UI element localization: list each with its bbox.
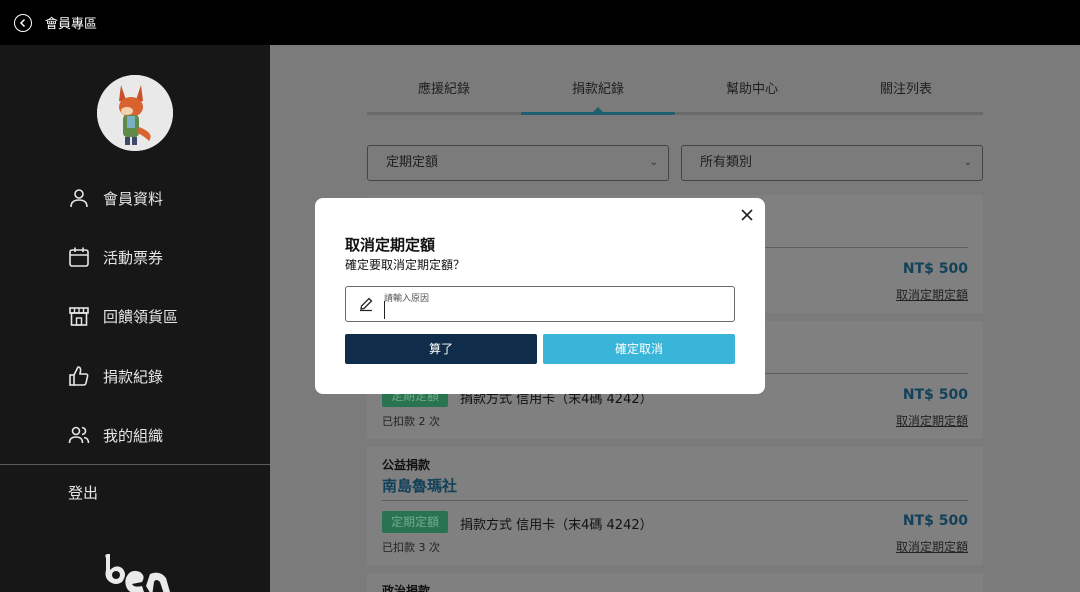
pencil-icon (360, 297, 373, 312)
sidebar-item-label: 捐款紀錄 (103, 367, 164, 386)
calendar-icon (68, 246, 90, 268)
thumbs-up-icon (68, 365, 90, 387)
cancel-recurring-link[interactable]: 取消定期定額 (896, 286, 968, 303)
chevron-down-icon: ⌄ (963, 157, 972, 168)
users-icon (68, 424, 90, 446)
frequency-select-value: 定期定額 (386, 155, 439, 170)
cancel-recurring-link[interactable]: 取消定期定額 (896, 412, 968, 429)
tab-rail (367, 112, 983, 115)
back-icon[interactable] (14, 13, 32, 32)
donation-type: 政治捐款 (382, 584, 431, 592)
dialog-title: 取消定期定額 (345, 236, 436, 254)
sidebar-item-label: 活動票券 (103, 248, 164, 267)
sidebar-item-label: 會員資料 (103, 189, 164, 208)
payment-method: 捐款方式 信用卡（末4碼 4242） (460, 518, 653, 533)
tab-active-indicator (521, 112, 675, 115)
tab-watchlist[interactable]: 關注列表 (829, 75, 983, 115)
sidebar-item-rewards[interactable]: 回饋領貨區 (68, 301, 178, 331)
sidebar-item-organization[interactable]: 我的組織 (68, 420, 163, 450)
dialog-subtitle: 確定要取消定期定額？ (345, 258, 466, 272)
reason-placeholder: 請輸入原因 (384, 294, 430, 304)
category-select-value: 所有類別 (700, 155, 753, 170)
reason-input[interactable]: 請輸入原因 (345, 286, 735, 322)
text-cursor (384, 301, 385, 319)
donation-amount: NT$ 500 (902, 387, 968, 403)
category-select[interactable]: 所有類別 ⌄ (681, 145, 983, 181)
sidebar-divider (0, 464, 270, 465)
sidebar-item-label: 回饋領貨區 (103, 307, 179, 326)
close-icon[interactable] (739, 207, 755, 223)
logout-link[interactable]: 登出 (68, 482, 98, 503)
avatar[interactable] (97, 75, 173, 151)
cancel-recurring-link[interactable]: 取消定期定額 (896, 538, 968, 555)
sidebar: 會員資料 活動票券 回饋領貨區 捐款紀錄 我的組織 登出 (0, 45, 270, 592)
recurring-badge: 定期定額 (382, 511, 448, 533)
sidebar-item-profile[interactable]: 會員資料 (68, 183, 163, 213)
donation-type: 公益捐款 (382, 458, 431, 472)
donation-card: 政治捐款 (367, 573, 983, 592)
top-bar: 會員專區 (0, 0, 1080, 45)
sidebar-item-donations[interactable]: 捐款紀錄 (68, 361, 163, 391)
nevermind-button[interactable]: 算了 (345, 334, 537, 364)
card-divider (382, 500, 968, 501)
deducted-count: 已扣款 3 次 (382, 541, 440, 554)
tab-help-center[interactable]: 幫助中心 (675, 75, 829, 115)
donation-amount: NT$ 500 (902, 261, 968, 277)
page-title: 會員專區 (45, 17, 98, 32)
cancel-recurring-dialog: 取消定期定額 確定要取消定期定額？ 請輸入原因 算了 確定取消 (315, 198, 765, 394)
sidebar-item-tickets[interactable]: 活動票券 (68, 242, 163, 272)
organization-name[interactable]: 南島魯瑪社 (382, 475, 457, 496)
tab-active-caret (593, 107, 603, 112)
tab-support-records[interactable]: 應援紀錄 (367, 75, 521, 115)
user-icon (68, 187, 90, 209)
donation-card: 公益捐款 南島魯瑪社 定期定額 捐款方式 信用卡（末4碼 4242） 已扣款 3… (367, 447, 983, 565)
donation-amount: NT$ 500 (902, 513, 968, 529)
frequency-select[interactable]: 定期定額 ⌄ (367, 145, 669, 181)
brand-logo (105, 554, 170, 592)
deducted-count: 已扣款 2 次 (382, 415, 440, 428)
sidebar-item-label: 我的組織 (103, 426, 164, 445)
confirm-cancel-button[interactable]: 確定取消 (543, 334, 735, 364)
tab-bar: 應援紀錄 捐款紀錄 幫助中心 關注列表 (367, 75, 983, 115)
chevron-down-icon: ⌄ (649, 157, 658, 168)
store-icon (68, 305, 90, 327)
